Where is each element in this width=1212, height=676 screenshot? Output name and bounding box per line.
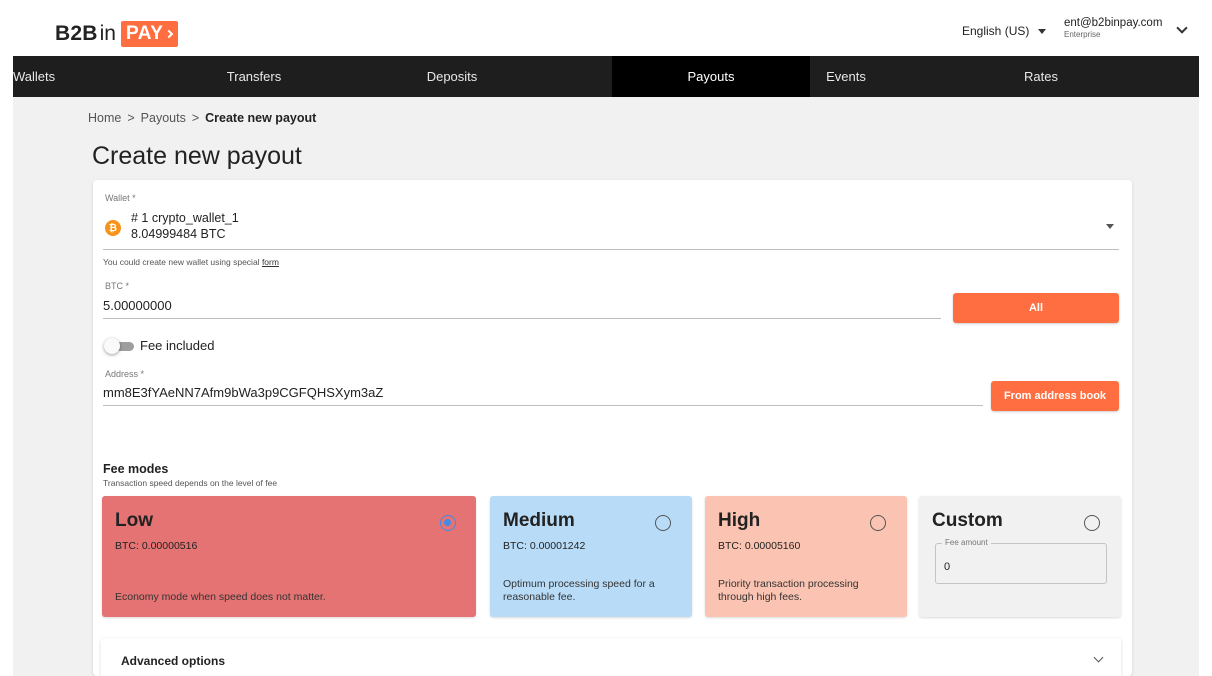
logo-pay: PAY (120, 21, 179, 47)
wallet-balance[interactable]: 8.04999484 BTC (131, 227, 226, 241)
fee-mode-name: High (718, 510, 761, 531)
btc-amount-underline (103, 318, 941, 319)
fee-mode-rate: BTC: 0.00005160 (718, 540, 801, 552)
user-menu[interactable]: ent@b2binpay.com Enterprise (1064, 17, 1162, 39)
btc-amount-label: BTC * (105, 281, 130, 291)
fee-mode-description: Economy mode when speed does not matter. (115, 591, 326, 603)
fee-mode-rate: BTC: 0.00001242 (503, 540, 586, 552)
top-header: B2B in PAY English (US) ent@b2binpay.com… (13, 6, 1199, 56)
nav-item-events[interactable]: Events (747, 56, 945, 97)
fee-included-toggle[interactable] (104, 338, 134, 354)
fee-mode-low[interactable]: Low BTC: 0.00000516 Economy mode when sp… (102, 496, 476, 617)
btc-amount-input[interactable]: 5.00000000 (103, 298, 172, 313)
payout-form-card: Wallet * ₿ # 1 crypto_wallet_1 8.0499948… (93, 180, 1132, 676)
wallet-dropdown-caret-icon[interactable] (1106, 224, 1114, 229)
address-underline (103, 405, 983, 406)
fee-modes-subtitle: Transaction speed depends on the level o… (103, 478, 278, 488)
radio-unchecked-icon[interactable] (870, 515, 886, 531)
logo-in: in (99, 22, 116, 45)
b2binpay-logo[interactable]: B2B in PAY (55, 21, 179, 47)
fee-mode-medium[interactable]: Medium BTC: 0.00001242 Optimum processin… (490, 496, 692, 617)
language-label: English (US) (962, 24, 1030, 38)
from-address-book-button[interactable]: From address book (991, 381, 1119, 411)
all-button[interactable]: All (953, 293, 1119, 323)
logo-arrow-icon (165, 29, 174, 39)
wallet-hint-text: You could create new wallet using specia… (103, 257, 260, 267)
address-label: Address * (105, 369, 145, 379)
fee-mode-name: Custom (932, 510, 1003, 531)
logo-pay-text: PAY (125, 23, 164, 44)
fee-mode-custom[interactable]: Custom Fee amount 0 (919, 496, 1121, 617)
toggle-thumb (104, 338, 120, 354)
chevron-down-icon[interactable] (1093, 652, 1104, 663)
fee-mode-name: Low (115, 510, 153, 531)
fee-modes-title: Fee modes (103, 462, 169, 476)
breadcrumb-payouts[interactable]: Payouts (141, 111, 186, 125)
fee-mode-description-line-2: reasonable fee. (503, 591, 576, 603)
radio-checked-icon[interactable] (440, 515, 456, 531)
fee-amount-field[interactable]: Fee amount 0 (935, 538, 1107, 584)
fee-included-label: Fee included (140, 338, 215, 353)
app-window: B2B in PAY English (US) ent@b2binpay.com… (13, 6, 1199, 676)
fee-amount-label: Fee amount (942, 538, 991, 547)
wallet-label: Wallet * (105, 193, 136, 203)
user-role: Enterprise (1064, 30, 1101, 39)
fee-amount-input[interactable]: 0 (944, 561, 950, 573)
wallet-name[interactable]: # 1 crypto_wallet_1 (131, 211, 239, 225)
page-title: Create new payout (92, 142, 302, 170)
create-wallet-form-link[interactable]: form (262, 257, 279, 267)
fee-mode-description-line-1: Priority transaction processing (718, 578, 859, 590)
fee-mode-rate: BTC: 0.00000516 (115, 540, 198, 552)
breadcrumb-separator: > (191, 111, 200, 125)
nav-item-deposits[interactable]: Deposits (353, 56, 551, 97)
wallet-select-underline (103, 249, 1119, 250)
fee-mode-high[interactable]: High BTC: 0.00005160 Priority transactio… (705, 496, 907, 617)
nav-item-rates[interactable]: Rates (942, 56, 1140, 97)
advanced-options-label: Advanced options (121, 654, 226, 668)
caret-down-icon (1038, 28, 1047, 34)
fee-mode-name: Medium (503, 510, 575, 531)
user-email: ent@b2binpay.com (1064, 17, 1163, 29)
radio-unchecked-icon[interactable] (1084, 515, 1100, 531)
main-nav: Wallets Transfers Deposits Payouts Event… (13, 56, 1199, 97)
address-input[interactable]: mm8E3fYAeNN7Afm9bWa3p9CGFQHSXym3aZ (103, 385, 383, 400)
breadcrumb: Home > Payouts > Create new payout (88, 111, 316, 125)
radio-unchecked-icon[interactable] (655, 515, 671, 531)
bitcoin-icon: ₿ (105, 220, 121, 236)
breadcrumb-current: Create new payout (205, 111, 317, 125)
fee-mode-description-line-1: Optimum processing speed for a (503, 578, 655, 590)
breadcrumb-home[interactable]: Home (88, 111, 121, 125)
fee-mode-description-line-2: through high fees. (718, 591, 803, 603)
nav-item-wallets[interactable]: Wallets (13, 56, 133, 97)
advanced-options-panel[interactable]: Advanced options (101, 638, 1121, 676)
breadcrumb-separator: > (127, 111, 135, 125)
logo-b2b: B2B (55, 22, 98, 45)
language-selector[interactable]: English (US) (962, 24, 1047, 38)
nav-item-transfers[interactable]: Transfers (155, 56, 353, 97)
wallet-hint: You could create new wallet using specia… (103, 257, 279, 267)
chevron-down-icon[interactable] (1176, 22, 1188, 34)
